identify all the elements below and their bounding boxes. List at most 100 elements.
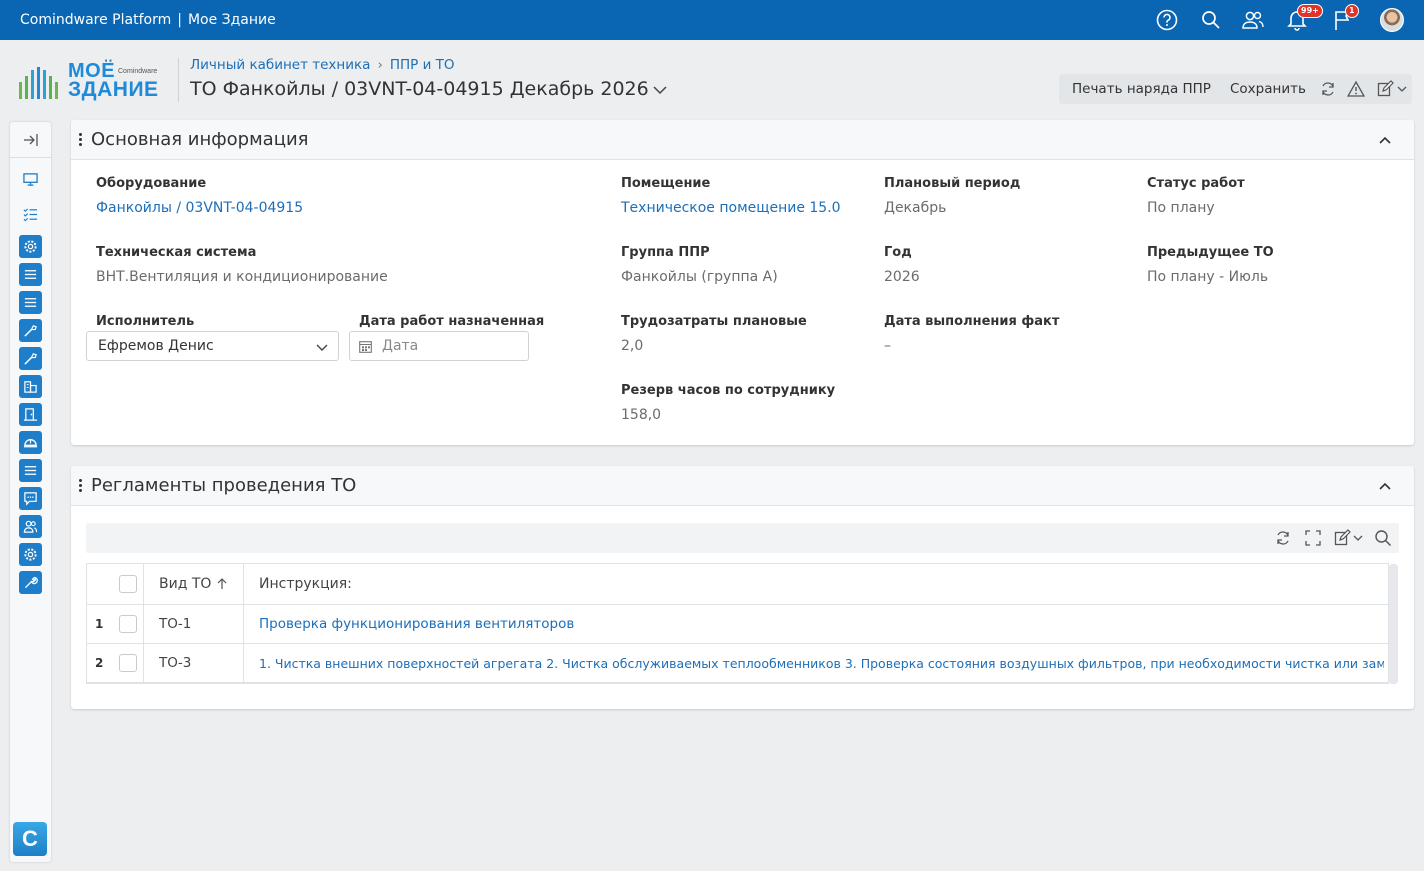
chevron-up-icon[interactable] (1378, 479, 1392, 493)
sidebar-item-rooms[interactable] (19, 403, 42, 426)
title-separator: | (177, 12, 182, 28)
table-row[interactable]: 2 ТО-3 1. Чистка внешних поверхностей аг… (87, 644, 1388, 683)
status-value: По плану (1147, 200, 1215, 216)
wrench-icon (24, 576, 38, 589)
sidebar-item-checklist[interactable] (19, 203, 42, 226)
fullscreen-icon[interactable] (1304, 529, 1322, 547)
main-info-title: Основная информация (91, 129, 309, 150)
help-icon[interactable] (1155, 8, 1179, 32)
year-value: 2026 (884, 269, 920, 285)
page-title-text: ТО Фанкойлы / 03VNT-04-04915 Декабрь 202… (190, 78, 649, 100)
bell-icon[interactable]: 99+ (1285, 4, 1323, 32)
year-field: Год 2026 (884, 245, 920, 285)
sidebar-item-messages[interactable] (19, 487, 42, 510)
row-number: 2 (95, 656, 104, 670)
row-checkbox[interactable] (119, 615, 137, 633)
row-type: ТО-3 (159, 655, 192, 671)
row-checkbox[interactable] (119, 654, 137, 672)
sidebar-item-tool-2[interactable] (19, 347, 42, 370)
group-field: Группа ППР Фанкойлы (группа А) (621, 245, 778, 285)
drag-handle-icon[interactable] (79, 479, 83, 493)
warning-icon[interactable] (1347, 80, 1365, 98)
sidebar-item-safety[interactable] (19, 431, 42, 454)
main-info-header: Основная информация (71, 120, 1414, 160)
expand-icon (23, 133, 38, 146)
c-logo-icon: C (22, 826, 38, 851)
chevron-up-icon[interactable] (1378, 133, 1392, 147)
table-row[interactable]: 1 ТО-1 Проверка функционирования вентиля… (87, 605, 1388, 644)
avatar[interactable] (1380, 8, 1404, 32)
checklist-icon (23, 208, 38, 222)
executor-select[interactable]: Ефремов Денис (86, 331, 339, 361)
app-title[interactable]: Comindware Platform | Мое Здание (20, 12, 276, 28)
monitor-icon (23, 173, 38, 186)
reserve-value: 158,0 (621, 407, 662, 423)
status-field: Статус работ По плану (1147, 176, 1245, 216)
sidebar-item-list-2[interactable] (19, 291, 42, 314)
equipment-link[interactable]: Фанкойлы / 03VNT-04-04915 (96, 200, 303, 216)
row-instruction-link[interactable]: Проверка функционирования вентиляторов (259, 616, 574, 632)
date-assigned-input[interactable]: Дата (349, 331, 529, 361)
column-header-instruction-label: Инструкция: (259, 576, 352, 592)
period-field: Плановый период Декабрь (884, 176, 1020, 216)
sidebar-item-buildings[interactable] (19, 375, 42, 398)
chevron-down-icon[interactable] (653, 78, 667, 100)
sidebar-item-monitor[interactable] (19, 168, 42, 191)
search-icon[interactable] (1374, 529, 1392, 547)
top-bar: Comindware Platform | Мое Здание 99+ 1 (0, 0, 1424, 40)
refresh-icon[interactable] (1319, 80, 1337, 98)
fact-date-label: Дата выполнения факт (884, 314, 1060, 329)
edit-menu-icon[interactable] (1334, 529, 1352, 547)
chat-icon (24, 492, 37, 506)
expand-sidebar-button[interactable] (10, 122, 51, 158)
group-value: Фанкойлы (группа А) (621, 269, 778, 285)
users-icon[interactable] (1241, 8, 1265, 32)
row-instruction-link[interactable]: 1. Чистка внешних поверхностей агрегата … (259, 656, 1384, 671)
flags-badge: 1 (1345, 4, 1359, 18)
tool-icon (24, 325, 37, 337)
labor-value: 2,0 (621, 338, 644, 354)
drag-handle-icon[interactable] (79, 133, 83, 147)
search-icon[interactable] (1199, 8, 1223, 32)
row-type: ТО-1 (159, 616, 192, 632)
sidebar-item-list-1[interactable] (19, 263, 42, 286)
table-scrollbar[interactable] (1389, 564, 1398, 684)
comindware-logo-button[interactable]: C (13, 822, 47, 856)
list-icon (24, 270, 37, 279)
sidebar-item-list-3[interactable] (19, 459, 42, 482)
calendar-icon (359, 341, 372, 353)
action-bar: Печать наряда ППР Сохранить (1059, 74, 1412, 104)
settings-icon (24, 240, 37, 253)
sidebar-item-maintenance[interactable] (19, 571, 42, 594)
room-field: Помещение Техническое помещение 15.0 (621, 176, 841, 216)
prev-to-field: Предыдущее ТО По плану - Июль (1147, 245, 1274, 285)
sidebar-item-settings-2[interactable] (19, 543, 42, 566)
logo-line2: ЗДАНИЕ (68, 78, 159, 101)
page-title: ТО Фанкойлы / 03VNT-04-04915 Декабрь 202… (190, 78, 667, 100)
executor-select-value: Ефремов Денис (98, 338, 214, 354)
equipment-label: Оборудование (96, 176, 207, 191)
date-assigned-field: Дата работ назначенная (359, 314, 544, 329)
chevron-down-icon[interactable] (1396, 80, 1408, 98)
system-label: Техническая система (96, 245, 257, 260)
sidebar-item-settings[interactable] (19, 235, 42, 258)
prev-to-label: Предыдущее ТО (1147, 245, 1274, 260)
sidebar-item-tool-1[interactable] (19, 319, 42, 342)
flag-icon[interactable]: 1 (1331, 4, 1359, 32)
sidebar-item-people[interactable] (19, 515, 42, 538)
breadcrumb-item-cabinet[interactable]: Личный кабинет техника (190, 57, 370, 73)
logo-brand: Comindware (118, 68, 158, 75)
select-all-checkbox[interactable] (119, 575, 137, 593)
reserve-field: Резерв часов по сотруднику 158,0 (621, 383, 835, 423)
breadcrumb-item-ppr[interactable]: ППР и ТО (390, 57, 455, 73)
helmet-icon (23, 439, 38, 448)
period-label: Плановый период (884, 176, 1021, 191)
save-button[interactable]: Сохранить (1230, 81, 1306, 97)
edit-menu-icon[interactable] (1377, 80, 1395, 98)
regulations-table: Вид ТО Инструкция: 1 ТО-1 Проверка функц… (86, 563, 1389, 684)
room-link[interactable]: Техническое помещение 15.0 (621, 200, 841, 216)
refresh-icon[interactable] (1274, 529, 1292, 547)
chevron-down-icon[interactable] (1352, 529, 1364, 547)
print-order-button[interactable]: Печать наряда ППР (1072, 81, 1211, 97)
column-header-instruction[interactable]: Инструкция: (259, 564, 659, 604)
